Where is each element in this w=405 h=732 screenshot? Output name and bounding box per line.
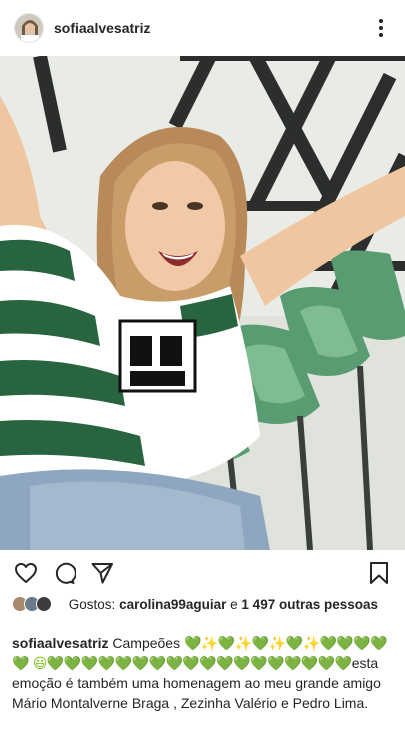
heart-icon	[15, 563, 37, 583]
avatar	[36, 596, 52, 612]
post-photo[interactable]	[0, 56, 405, 550]
comment-button[interactable]	[50, 559, 78, 587]
more-options-button[interactable]	[369, 16, 393, 40]
send-icon	[91, 563, 113, 584]
username[interactable]: sofiaalvesatriz	[54, 20, 369, 36]
post-caption: sofiaalvesatriz Campeões 💚✨💚✨💚✨💚✨💚💚💚💚💚 😃…	[12, 633, 397, 713]
action-bar	[0, 558, 405, 588]
liker-avatars	[12, 596, 62, 612]
caption-username[interactable]: sofiaalvesatriz	[12, 635, 109, 651]
like-button[interactable]	[12, 559, 40, 587]
likes-summary[interactable]: Gostos: carolina99aguiar e 1 497 outras …	[12, 596, 397, 613]
comment-icon	[55, 562, 76, 584]
caption-text: emoção é também uma homenagem ao meu gra…	[12, 675, 381, 711]
caption-text: esta	[351, 655, 379, 671]
liker-username[interactable]: carolina99aguiar	[119, 597, 226, 612]
likes-prefix: Gostos:	[68, 597, 116, 612]
post-header: sofiaalvesatriz	[0, 0, 405, 56]
likes-others-count[interactable]: 1 497 outras pessoas	[241, 597, 378, 612]
avatar[interactable]	[14, 13, 44, 43]
share-button[interactable]	[88, 559, 116, 587]
caption-emoji-run: 😃💚💚💚💚💚💚💚💚💚💚💚💚💚💚💚💚💚💚	[32, 655, 352, 671]
likes-conjunction: e	[230, 597, 238, 612]
bookmark-icon	[370, 562, 388, 584]
more-vertical-icon	[379, 19, 383, 37]
caption-word: Campeões	[112, 635, 181, 651]
save-button[interactable]	[365, 559, 393, 587]
